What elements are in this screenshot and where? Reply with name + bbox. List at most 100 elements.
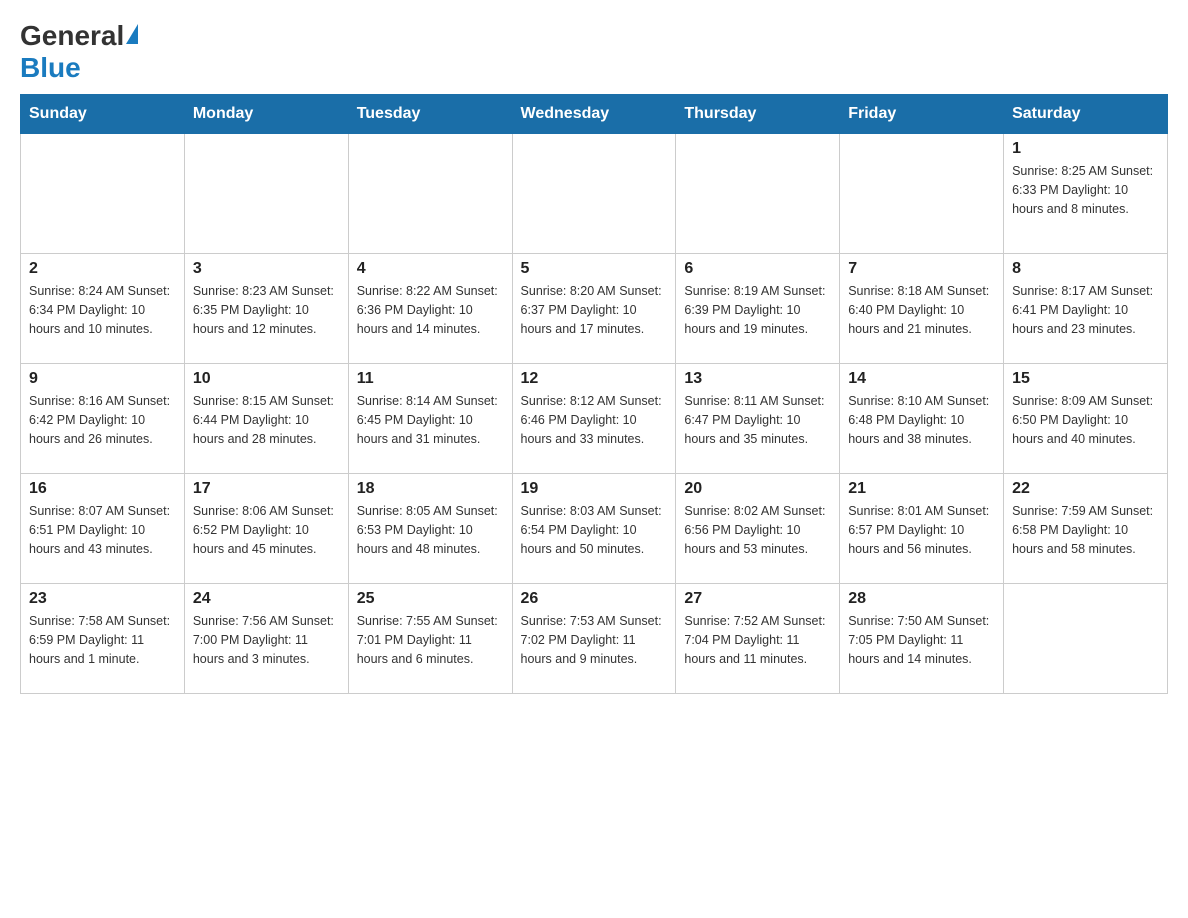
logo-blue-text: Blue (20, 52, 81, 83)
day-info: Sunrise: 8:12 AM Sunset: 6:46 PM Dayligh… (521, 392, 668, 448)
day-cell (348, 134, 512, 254)
day-cell: 9Sunrise: 8:16 AM Sunset: 6:42 PM Daylig… (21, 364, 185, 474)
day-info: Sunrise: 8:15 AM Sunset: 6:44 PM Dayligh… (193, 392, 340, 448)
day-number: 17 (193, 480, 340, 498)
header-saturday: Saturday (1004, 95, 1168, 134)
day-number: 22 (1012, 480, 1159, 498)
header-tuesday: Tuesday (348, 95, 512, 134)
day-cell: 24 Sunrise: 7:56 AM Sunset: 7:00 PM Dayli… (184, 584, 348, 694)
day-info: Sunrise: 8:07 AM Sunset: 6:51 PM Dayligh… (29, 502, 176, 558)
day-number: 4 (357, 260, 504, 278)
day-cell: 18 Sunrise: 8:05 AM Sunset: 6:53 PM Dayli… (348, 474, 512, 584)
day-cell: 21 Sunrise: 8:01 AM Sunset: 6:57 PM Dayli… (840, 474, 1004, 584)
day-info: Sunrise: 8:17 AM Sunset: 6:41 PM Dayligh… (1012, 282, 1159, 338)
calendar-header-row: SundayMondayTuesdayWednesdayThursdayFrid… (21, 95, 1168, 134)
day-info: Sunrise: 8:03 AM Sunset: 6:54 PM Dayligh… (521, 502, 668, 558)
day-cell: 28 Sunrise: 7:50 AM Sunset: 7:05 PM Dayli… (840, 584, 1004, 694)
day-info: Sunrise: 7:56 AM Sunset: 7:00 PM Dayligh… (193, 612, 340, 668)
day-cell: 25 Sunrise: 7:55 AM Sunset: 7:01 PM Dayli… (348, 584, 512, 694)
day-number: 14 (848, 370, 995, 388)
day-number: 25 (357, 590, 504, 608)
day-cell: 17 Sunrise: 8:06 AM Sunset: 6:52 PM Dayli… (184, 474, 348, 584)
day-info: Sunrise: 8:06 AM Sunset: 6:52 PM Dayligh… (193, 502, 340, 558)
day-cell: 20Sunrise: 8:02 AM Sunset: 6:56 PM Dayli… (676, 474, 840, 584)
day-cell: 26 Sunrise: 7:53 AM Sunset: 7:02 PM Dayli… (512, 584, 676, 694)
week-row-3: 16Sunrise: 8:07 AM Sunset: 6:51 PM Dayli… (21, 474, 1168, 584)
day-cell: 7 Sunrise: 8:18 AM Sunset: 6:40 PM Daylig… (840, 254, 1004, 364)
day-cell: 23 Sunrise: 7:58 AM Sunset: 6:59 PM Dayli… (21, 584, 185, 694)
day-cell: 12 Sunrise: 8:12 AM Sunset: 6:46 PM Dayli… (512, 364, 676, 474)
calendar-table: SundayMondayTuesdayWednesdayThursdayFrid… (20, 94, 1168, 694)
day-number: 8 (1012, 260, 1159, 278)
day-info: Sunrise: 8:20 AM Sunset: 6:37 PM Dayligh… (521, 282, 668, 338)
day-cell: 10 Sunrise: 8:15 AM Sunset: 6:44 PM Dayli… (184, 364, 348, 474)
day-cell: 13 Sunrise: 8:11 AM Sunset: 6:47 PM Dayli… (676, 364, 840, 474)
header-monday: Monday (184, 95, 348, 134)
day-cell: 2Sunrise: 8:24 AM Sunset: 6:34 PM Daylig… (21, 254, 185, 364)
day-number: 26 (521, 590, 668, 608)
day-info: Sunrise: 8:01 AM Sunset: 6:57 PM Dayligh… (848, 502, 995, 558)
header-wednesday: Wednesday (512, 95, 676, 134)
day-number: 12 (521, 370, 668, 388)
day-cell (21, 134, 185, 254)
week-row-1: 2Sunrise: 8:24 AM Sunset: 6:34 PM Daylig… (21, 254, 1168, 364)
day-info: Sunrise: 7:59 AM Sunset: 6:58 PM Dayligh… (1012, 502, 1159, 558)
week-row-0: 1 Sunrise: 8:25 AM Sunset: 6:33 PM Daylig… (21, 134, 1168, 254)
day-cell (512, 134, 676, 254)
day-cell: 11Sunrise: 8:14 AM Sunset: 6:45 PM Dayli… (348, 364, 512, 474)
day-number: 18 (357, 480, 504, 498)
day-info: Sunrise: 8:22 AM Sunset: 6:36 PM Dayligh… (357, 282, 504, 338)
day-number: 10 (193, 370, 340, 388)
week-row-2: 9Sunrise: 8:16 AM Sunset: 6:42 PM Daylig… (21, 364, 1168, 474)
day-cell (1004, 584, 1168, 694)
day-info: Sunrise: 8:19 AM Sunset: 6:39 PM Dayligh… (684, 282, 831, 338)
day-cell: 19 Sunrise: 8:03 AM Sunset: 6:54 PM Dayli… (512, 474, 676, 584)
day-cell: 15Sunrise: 8:09 AM Sunset: 6:50 PM Dayli… (1004, 364, 1168, 474)
day-info: Sunrise: 7:50 AM Sunset: 7:05 PM Dayligh… (848, 612, 995, 668)
day-cell (184, 134, 348, 254)
day-cell: 22 Sunrise: 7:59 AM Sunset: 6:58 PM Dayli… (1004, 474, 1168, 584)
day-number: 1 (1012, 140, 1159, 158)
day-cell: 16Sunrise: 8:07 AM Sunset: 6:51 PM Dayli… (21, 474, 185, 584)
page-header: General Blue (20, 20, 1168, 84)
day-cell: 8 Sunrise: 8:17 AM Sunset: 6:41 PM Daylig… (1004, 254, 1168, 364)
logo-triangle-icon (126, 24, 138, 44)
day-info: Sunrise: 8:16 AM Sunset: 6:42 PM Dayligh… (29, 392, 176, 448)
day-number: 21 (848, 480, 995, 498)
day-number: 11 (357, 370, 504, 388)
day-number: 28 (848, 590, 995, 608)
day-number: 13 (684, 370, 831, 388)
logo-general-text: General (20, 20, 124, 52)
day-cell: 5 Sunrise: 8:20 AM Sunset: 6:37 PM Daylig… (512, 254, 676, 364)
header-thursday: Thursday (676, 95, 840, 134)
day-number: 27 (684, 590, 831, 608)
day-number: 15 (1012, 370, 1159, 388)
day-info: Sunrise: 8:10 AM Sunset: 6:48 PM Dayligh… (848, 392, 995, 448)
day-number: 24 (193, 590, 340, 608)
header-sunday: Sunday (21, 95, 185, 134)
day-info: Sunrise: 7:58 AM Sunset: 6:59 PM Dayligh… (29, 612, 176, 668)
day-info: Sunrise: 8:05 AM Sunset: 6:53 PM Dayligh… (357, 502, 504, 558)
day-cell (676, 134, 840, 254)
day-info: Sunrise: 7:55 AM Sunset: 7:01 PM Dayligh… (357, 612, 504, 668)
day-number: 3 (193, 260, 340, 278)
day-cell: 14 Sunrise: 8:10 AM Sunset: 6:48 PM Dayli… (840, 364, 1004, 474)
day-cell (840, 134, 1004, 254)
day-number: 23 (29, 590, 176, 608)
day-number: 6 (684, 260, 831, 278)
header-friday: Friday (840, 95, 1004, 134)
week-row-4: 23 Sunrise: 7:58 AM Sunset: 6:59 PM Dayli… (21, 584, 1168, 694)
day-info: Sunrise: 8:25 AM Sunset: 6:33 PM Dayligh… (1012, 162, 1159, 218)
day-info: Sunrise: 8:11 AM Sunset: 6:47 PM Dayligh… (684, 392, 831, 448)
day-number: 7 (848, 260, 995, 278)
day-cell: 1 Sunrise: 8:25 AM Sunset: 6:33 PM Daylig… (1004, 134, 1168, 254)
logo: General Blue (20, 20, 140, 84)
day-number: 19 (521, 480, 668, 498)
day-info: Sunrise: 8:02 AM Sunset: 6:56 PM Dayligh… (684, 502, 831, 558)
day-info: Sunrise: 8:23 AM Sunset: 6:35 PM Dayligh… (193, 282, 340, 338)
day-info: Sunrise: 7:52 AM Sunset: 7:04 PM Dayligh… (684, 612, 831, 668)
day-number: 5 (521, 260, 668, 278)
day-info: Sunrise: 7:53 AM Sunset: 7:02 PM Dayligh… (521, 612, 668, 668)
day-info: Sunrise: 8:18 AM Sunset: 6:40 PM Dayligh… (848, 282, 995, 338)
day-cell: 27 Sunrise: 7:52 AM Sunset: 7:04 PM Dayli… (676, 584, 840, 694)
